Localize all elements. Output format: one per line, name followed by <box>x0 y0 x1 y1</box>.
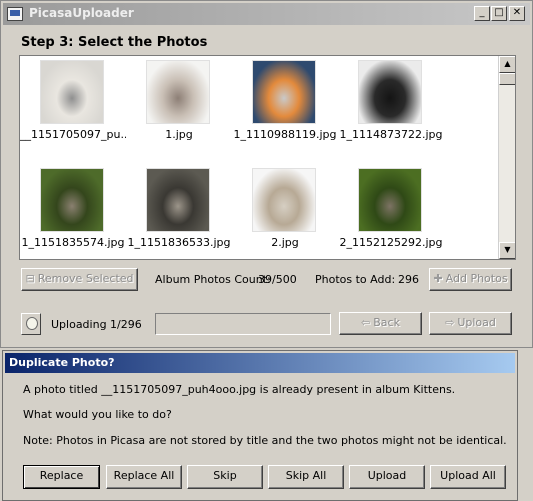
lightbulb-icon <box>21 313 41 335</box>
vertical-scrollbar[interactable]: ▲ ▼ <box>498 56 515 259</box>
photo-filename: 1_1151835574.jpg <box>21 236 125 249</box>
maximize-button[interactable]: □ <box>491 6 507 21</box>
upload-label: Upload <box>457 316 496 329</box>
remove-selected-label: Remove Selected <box>37 272 134 285</box>
upload-all-button[interactable]: Upload All <box>430 465 506 489</box>
add-photos-button[interactable]: ✚ Add Photos <box>429 268 512 291</box>
window-title: PicasaUploader <box>29 6 134 20</box>
photo-item[interactable]: 1.jpg <box>126 58 232 158</box>
photo-thumbnail <box>40 60 104 124</box>
skip-all-button[interactable]: Skip All <box>268 465 344 489</box>
photo-filename: 1_1110988119.jpg <box>233 128 337 141</box>
photo-list[interactable]: __1151705097_pu... 1.jpg 1_1110988119.jpg 1… <box>19 55 516 260</box>
photos-to-add-label: Photos to Add: <box>315 273 396 286</box>
scroll-up-button[interactable]: ▲ <box>499 56 515 73</box>
photo-thumbnail <box>146 168 210 232</box>
photo-item[interactable]: 1_1151835574.jpg <box>20 166 126 259</box>
duplicate-photo-dialog: Duplicate Photo? A photo titled __115170… <box>2 350 518 501</box>
minimize-button[interactable]: _ <box>474 6 490 21</box>
remove-selected-button[interactable]: ⊟ Remove Selected <box>21 268 138 291</box>
upload-dialog-button[interactable]: Upload <box>349 465 425 489</box>
dialog-title: Duplicate Photo? <box>9 356 115 369</box>
photo-thumbnail <box>252 60 316 124</box>
photo-filename: 1_1151836533.jpg <box>127 236 231 249</box>
dialog-message: A photo titled __1151705097_puh4ooo.jpg … <box>23 383 456 396</box>
main-window: PicasaUploader _ □ ✕ Step 3: Select the … <box>0 0 533 348</box>
add-photos-label: Add Photos <box>445 272 508 285</box>
photo-item[interactable]: 2_1152125292.jpg <box>338 166 444 259</box>
upload-button[interactable]: ⇨ Upload <box>429 312 512 335</box>
replace-button[interactable]: Replace <box>23 465 100 489</box>
photo-thumbnail <box>40 168 104 232</box>
plus-icon: ✚ <box>433 272 443 285</box>
photo-item[interactable]: 1_1151836533.jpg <box>126 166 232 259</box>
step-title: Step 3: Select the Photos <box>21 35 208 50</box>
back-label: Back <box>373 316 400 329</box>
replace-all-button[interactable]: Replace All <box>106 465 182 489</box>
photo-filename: 1_1114873722.jpg <box>339 128 443 141</box>
upload-progress-bar <box>155 313 331 335</box>
close-button[interactable]: ✕ <box>509 6 525 21</box>
title-bar: PicasaUploader _ □ ✕ <box>3 3 530 25</box>
arrow-right-icon: ⇨ <box>445 316 455 329</box>
scroll-down-button[interactable]: ▼ <box>499 242 515 259</box>
arrow-left-icon: ⇦ <box>361 316 371 329</box>
photo-thumbnail <box>146 60 210 124</box>
minus-icon: ⊟ <box>25 272 35 285</box>
dialog-question: What would you like to do? <box>23 408 172 421</box>
dialog-title-bar: Duplicate Photo? <box>5 353 515 373</box>
back-button[interactable]: ⇦ Back <box>339 312 422 335</box>
photo-thumbnail <box>252 168 316 232</box>
photo-filename: 2.jpg <box>271 236 299 249</box>
album-count-label: Album Photos Count: <box>155 273 271 286</box>
photo-thumbnail <box>358 60 422 124</box>
photo-filename: 2_1152125292.jpg <box>339 236 443 249</box>
photos-to-add-value: 296 <box>398 273 419 286</box>
upload-status: Uploading 1/296 <box>51 318 142 331</box>
scroll-thumb[interactable] <box>499 73 515 85</box>
skip-button[interactable]: Skip <box>187 465 263 489</box>
album-count-value: 39/500 <box>258 273 297 286</box>
photo-thumbnail <box>358 168 422 232</box>
photo-filename: __1151705097_pu... <box>20 128 126 141</box>
photo-item[interactable]: 1_1114873722.jpg <box>338 58 444 158</box>
dialog-note: Note: Photos in Picasa are not stored by… <box>23 434 507 447</box>
photo-item[interactable]: __1151705097_pu... <box>20 58 126 158</box>
photo-filename: 1.jpg <box>165 128 193 141</box>
photo-item[interactable]: 2.jpg <box>232 166 338 259</box>
photo-item[interactable]: 1_1110988119.jpg <box>232 58 338 158</box>
photo-grid: __1151705097_pu... 1.jpg 1_1110988119.jpg 1… <box>20 56 498 259</box>
app-icon <box>7 7 23 21</box>
